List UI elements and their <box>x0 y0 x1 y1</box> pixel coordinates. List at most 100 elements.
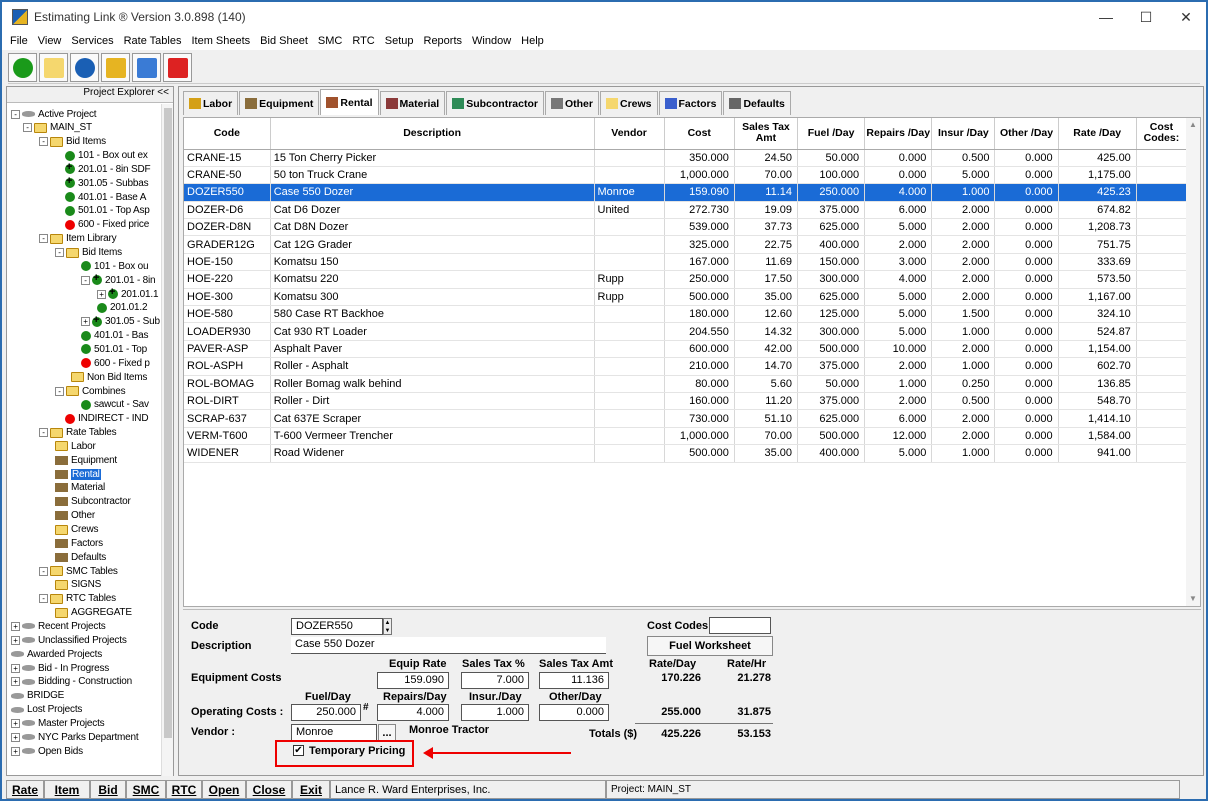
table-row[interactable]: DOZER550 Case 550 Dozer Monroe 159.090 11.14… <box>184 183 1188 202</box>
insur-day-field[interactable]: 1.000 <box>461 704 529 721</box>
tree-node[interactable]: - Bid Items <box>39 135 106 149</box>
table-row[interactable]: HOE-150 Komatsu 150 167.000 11.69 150.000 3.0… <box>184 253 1188 272</box>
table-cell[interactable]: 0.000 <box>994 235 1059 254</box>
table-row[interactable]: VERM-T600 T-600 Vermeer Trencher 1,000.000… <box>184 427 1188 446</box>
table-cell[interactable]: 14.70 <box>734 357 799 376</box>
table-cell[interactable]: 1,175.00 <box>1058 166 1137 185</box>
menu-rtc[interactable]: RTC <box>352 35 374 47</box>
table-cell[interactable]: 0.250 <box>931 375 996 393</box>
table-cell[interactable]: GRADER12G <box>184 235 271 254</box>
expand-icon[interactable]: + <box>11 718 20 728</box>
tree-node[interactable]: + Open Bids <box>11 744 83 758</box>
tree-node[interactable]: + Bid - In Progress <box>11 661 109 675</box>
tree-node[interactable]: Non Bid Items <box>71 370 147 384</box>
table-cell[interactable]: 0.000 <box>994 444 1059 463</box>
tab-factors[interactable]: Factors <box>658 91 723 115</box>
table-cell[interactable]: 0.000 <box>994 305 1059 324</box>
sales-tax-pct-field[interactable]: 7.000 <box>461 672 529 689</box>
table-cell[interactable]: Rupp <box>594 270 665 289</box>
table-cell[interactable]: 1,000.000 <box>664 166 735 185</box>
fuel-worksheet-button[interactable]: Fuel Worksheet <box>647 636 773 656</box>
project-explorer-header[interactable]: Project Explorer << <box>7 87 173 103</box>
table-cell[interactable]: 1,584.00 <box>1058 427 1137 446</box>
table-cell[interactable]: 1,000.000 <box>664 427 735 446</box>
table-cell[interactable]: Road Widener <box>270 444 595 463</box>
rate-button[interactable]: Rate <box>6 780 44 799</box>
rtc-button[interactable]: RTC <box>166 780 202 799</box>
tree-node[interactable]: 501.01 - Top Asp <box>65 204 150 218</box>
table-cell[interactable]: 250.000 <box>664 270 735 289</box>
other-day-field[interactable]: 0.000 <box>539 704 609 721</box>
tree-node[interactable]: 201.01 - 8in SDF <box>65 161 151 176</box>
table-cell[interactable]: 12.60 <box>734 305 799 324</box>
menu-help[interactable]: Help <box>521 35 544 47</box>
table-cell[interactable]: LOADER930 <box>184 322 271 341</box>
table-cell[interactable]: 625.000 <box>797 288 866 307</box>
tab-labor[interactable]: Labor <box>183 91 239 115</box>
table-cell[interactable]: 1.000 <box>931 322 996 341</box>
tree-node[interactable]: AGGREGATE <box>55 606 132 620</box>
table-cell[interactable]: 0.000 <box>994 253 1059 272</box>
menu-reports[interactable]: Reports <box>424 35 463 47</box>
tree-node[interactable]: 600 - Fixed p <box>81 356 150 370</box>
table-cell[interactable]: 51.10 <box>734 409 799 428</box>
table-cell[interactable]: 0.000 <box>994 218 1059 237</box>
table-row[interactable]: ROL-BOMAG Roller Bomag walk behind 80.000 5… <box>184 375 1188 393</box>
tree-node[interactable]: + Unclassified Projects <box>11 633 127 647</box>
column-header[interactable]: Cost Codes: <box>1136 118 1188 150</box>
table-row[interactable]: SCRAP-637 Cat 637E Scraper 730.000 51.10 625… <box>184 409 1188 428</box>
tree-node[interactable]: - Active Project <box>11 107 97 121</box>
table-cell[interactable]: 50 ton Truck Crane <box>270 166 595 185</box>
table-cell[interactable]: DOZER550 <box>184 183 271 202</box>
table-cell[interactable]: 941.00 <box>1058 444 1137 463</box>
collapse-icon[interactable]: - <box>55 386 64 396</box>
vendor-lookup-button[interactable]: ... <box>378 724 396 741</box>
cost-codes-field[interactable] <box>709 617 771 634</box>
tree-node[interactable]: + Bidding - Construction <box>11 675 132 689</box>
item-button[interactable]: Item <box>44 780 90 799</box>
table-cell[interactable]: 500.000 <box>664 288 735 307</box>
table-cell[interactable]: 12.000 <box>864 427 933 446</box>
open-button[interactable]: Open <box>202 780 246 799</box>
column-header[interactable]: Rate /Day <box>1058 118 1137 150</box>
tree-node[interactable]: +301.05 - Sub <box>81 314 160 329</box>
tree-node[interactable]: Other <box>55 509 95 523</box>
table-cell[interactable]: 1,208.73 <box>1058 218 1137 237</box>
table-cell[interactable]: 4.000 <box>864 183 933 202</box>
table-cell[interactable]: 1.500 <box>931 305 996 324</box>
table-cell[interactable]: 6.000 <box>864 409 933 428</box>
tree-node[interactable]: BRIDGE <box>11 689 64 703</box>
table-cell[interactable]: 0.000 <box>994 288 1059 307</box>
tree-node[interactable]: 401.01 - Bas <box>81 329 149 343</box>
table-cell[interactable]: 0.000 <box>994 427 1059 446</box>
collapse-icon[interactable]: - <box>39 137 48 147</box>
repairs-day-field[interactable]: 4.000 <box>377 704 449 721</box>
table-cell[interactable]: ROL-DIRT <box>184 392 271 411</box>
table-cell[interactable]: 333.69 <box>1058 253 1137 272</box>
table-cell[interactable]: Case 550 Dozer <box>270 183 595 202</box>
table-cell[interactable] <box>594 427 665 446</box>
table-cell[interactable]: 1,167.00 <box>1058 288 1137 307</box>
table-cell[interactable]: 0.500 <box>931 149 996 167</box>
menu-file[interactable]: File <box>10 35 28 47</box>
table-cell[interactable]: 42.00 <box>734 340 799 359</box>
table-cell[interactable]: 19.09 <box>734 201 799 220</box>
table-cell[interactable]: 1,414.10 <box>1058 409 1137 428</box>
table-cell[interactable]: 0.000 <box>994 149 1059 167</box>
close-button[interactable]: Close <box>246 780 292 799</box>
table-cell[interactable]: 500.000 <box>664 444 735 463</box>
table-cell[interactable]: 17.50 <box>734 270 799 289</box>
table-cell[interactable]: 210.000 <box>664 357 735 376</box>
tree-node[interactable]: INDIRECT - IND <box>65 412 149 426</box>
table-cell[interactable]: 11.14 <box>734 183 799 202</box>
table-cell[interactable]: ROL-ASPH <box>184 357 271 376</box>
expand-icon[interactable]: + <box>11 621 20 631</box>
tab-rental[interactable]: Rental <box>320 89 379 115</box>
table-cell[interactable]: 204.550 <box>664 322 735 341</box>
column-header[interactable]: Vendor <box>594 118 665 150</box>
table-cell[interactable]: 10.000 <box>864 340 933 359</box>
tab-defaults[interactable]: Defaults <box>723 91 791 115</box>
table-cell[interactable]: 50.000 <box>797 375 866 393</box>
table-cell[interactable] <box>1136 253 1188 272</box>
tree-node[interactable]: + NYC Parks Department <box>11 730 139 744</box>
